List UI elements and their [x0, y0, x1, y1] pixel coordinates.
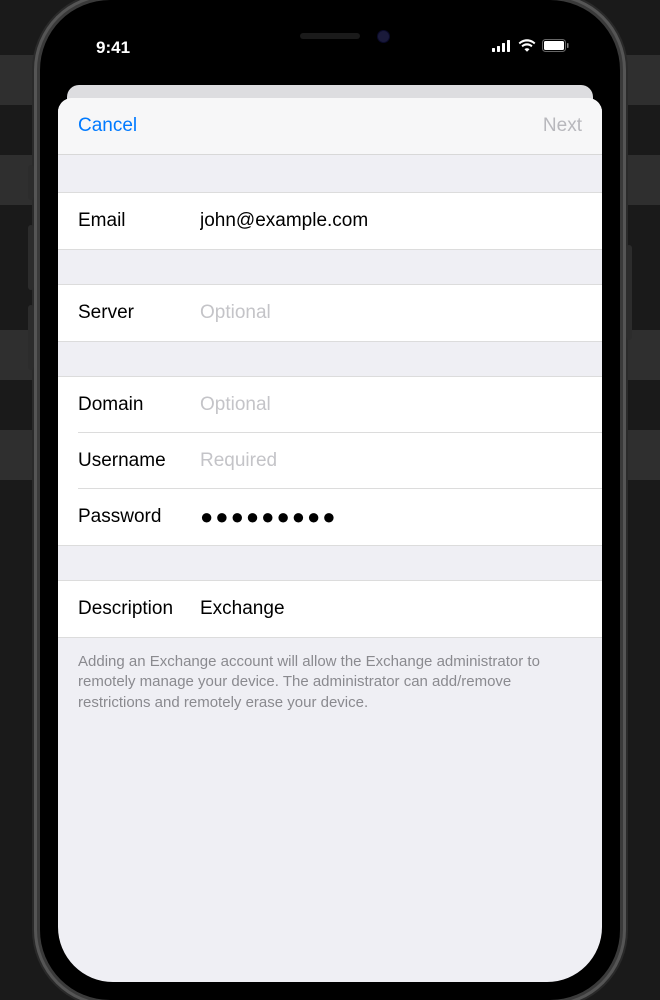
navigation-bar: Cancel Next [58, 98, 602, 155]
section-spacer [58, 545, 602, 581]
cancel-button[interactable]: Cancel [78, 115, 137, 137]
status-time: 9:41 [96, 38, 130, 58]
description-label: Description [78, 598, 200, 620]
notch [215, 18, 445, 54]
email-field[interactable] [200, 210, 582, 232]
description-row[interactable]: Description [58, 581, 602, 637]
server-label: Server [78, 302, 200, 324]
front-camera [377, 30, 390, 43]
password-label: Password [78, 506, 200, 528]
section-spacer [58, 249, 602, 285]
username-field[interactable] [200, 450, 582, 472]
section-spacer [58, 155, 602, 193]
password-row[interactable]: Password ●●●●●●●●● [58, 489, 602, 545]
section-spacer [58, 341, 602, 377]
silence-switch [28, 165, 34, 200]
username-label: Username [78, 450, 200, 472]
domain-row[interactable]: Domain [58, 377, 602, 433]
modal-sheet: Cancel Next Email Server [58, 98, 602, 982]
power-button [626, 245, 632, 340]
description-field[interactable] [200, 598, 582, 620]
footer-description: Adding an Exchange account will allow th… [58, 637, 602, 727]
volume-up-button [28, 225, 34, 290]
phone-frame: 9:41 Cancel Next [40, 0, 620, 1000]
speaker-grille [300, 33, 360, 39]
form-container: Email Server Domain [58, 155, 602, 727]
domain-field[interactable] [200, 394, 582, 416]
server-row[interactable]: Server [58, 285, 602, 341]
domain-label: Domain [78, 394, 200, 416]
server-field[interactable] [200, 302, 582, 324]
password-field[interactable]: ●●●●●●●●● [200, 504, 338, 530]
wifi-icon [518, 39, 536, 57]
username-row[interactable]: Username [58, 433, 602, 489]
cellular-icon [492, 39, 512, 57]
email-label: Email [78, 210, 200, 232]
next-button[interactable]: Next [543, 115, 582, 137]
email-row[interactable]: Email [58, 193, 602, 249]
status-icons [492, 39, 570, 57]
battery-icon [542, 39, 570, 57]
phone-screen: 9:41 Cancel Next [58, 18, 602, 982]
volume-down-button [28, 305, 34, 370]
